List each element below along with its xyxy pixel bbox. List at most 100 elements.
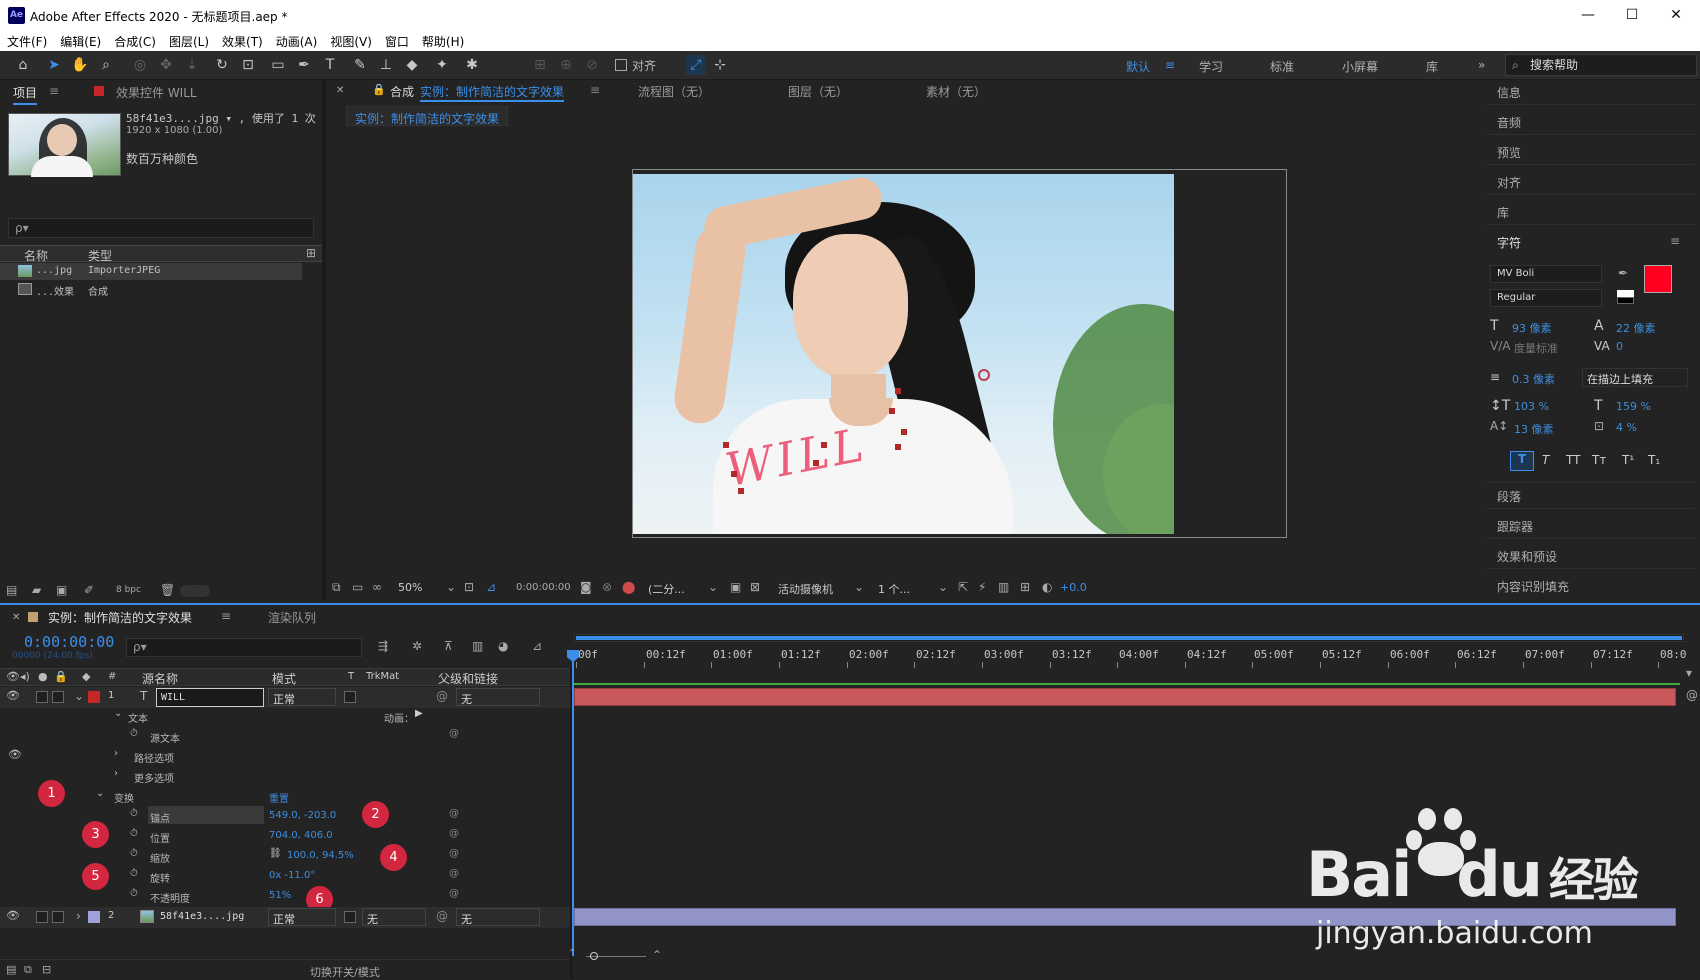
toggle-switches-modes[interactable]: 切换开关/模式 (310, 964, 380, 980)
in-out-icon[interactable]: ⊟ (42, 963, 51, 976)
scale-value[interactable]: 100.0, 94.5% (287, 850, 354, 861)
tab-render-queue[interactable]: 渲染队列 (268, 609, 316, 626)
close-tab-icon[interactable]: ✕ (12, 612, 20, 623)
prop-rotation[interactable]: 旋转 (150, 870, 170, 885)
constrain-link-icon[interactable]: ⛓ (269, 848, 282, 859)
home-icon[interactable]: ⌂ (13, 55, 33, 75)
orbit-camera-icon[interactable]: ◎ (130, 55, 150, 75)
reset-link[interactable]: 重置 (269, 790, 289, 805)
trkmat-dropdown[interactable]: 无 (362, 908, 426, 926)
draft-3d-icon[interactable]: ✲ (412, 639, 422, 653)
comp-tab-menu-icon[interactable]: ≡ (590, 83, 600, 97)
preserve-transparency-switch[interactable] (344, 911, 356, 923)
selection-tool-icon[interactable]: ➤ (44, 55, 64, 75)
hand-tool-icon[interactable]: ✋ (70, 55, 90, 75)
small-caps-button[interactable]: Tт (1592, 453, 1606, 467)
panel-menu-icon[interactable]: ≡ (1670, 234, 1680, 248)
workspace-default[interactable]: 默认 (1126, 58, 1150, 75)
prop-text[interactable]: 文本 (128, 710, 148, 725)
toggle-pixel-icon[interactable]: ⇱ (958, 580, 968, 594)
workspace-menu-icon[interactable]: ≡ (1165, 58, 1175, 72)
frame-blending-icon[interactable]: ▥ (472, 639, 483, 653)
timeline-search-input[interactable]: ρ▾ (126, 638, 362, 657)
work-area-bar[interactable] (574, 634, 1684, 642)
tab-effect-controls[interactable]: 效果控件 WILL (116, 84, 197, 101)
stopwatch-icon[interactable]: ⏱ (130, 728, 138, 739)
preserve-transparency-switch[interactable] (344, 691, 356, 703)
pan-camera-icon[interactable]: ✥ (156, 55, 176, 75)
mask-visibility-icon[interactable]: ⊿ (486, 580, 496, 594)
solo-switch[interactable] (36, 911, 48, 923)
menu-edit[interactable]: 编辑(E) (53, 31, 107, 50)
clone-stamp-icon[interactable]: ⊥ (376, 55, 396, 75)
tab-project[interactable]: 项目 (13, 84, 38, 105)
bounding-handle[interactable] (723, 442, 729, 448)
fit-icon[interactable]: ⊡ (464, 580, 474, 594)
all-caps-button[interactable]: TT (1566, 453, 1580, 467)
timeline-icon[interactable]: ▥ (998, 580, 1009, 594)
pan-behind-icon[interactable]: ⊡ (238, 55, 258, 75)
bounding-handle[interactable] (813, 460, 819, 466)
col-parent[interactable]: 父级和链接 (438, 670, 498, 687)
expand-chevron-icon[interactable]: ⌄ (96, 788, 104, 799)
transparency-grid-icon[interactable]: ⊠ (750, 580, 760, 594)
panel-align[interactable]: 对齐 (1497, 174, 1521, 191)
comp-flowchart-icon[interactable]: ⇶ (378, 639, 388, 653)
animate-menu-icon[interactable]: ▶ (415, 708, 423, 719)
time-ruler[interactable]: 00f 00:12f 01:00f 01:12f 02:00f 02:12f 03:00f 0… (572, 648, 1687, 668)
leading-value[interactable]: 22 像素 (1616, 320, 1656, 336)
workspace-learn[interactable]: 学习 (1199, 58, 1223, 75)
layer-name-field[interactable]: WILL (156, 688, 264, 707)
puppet-tool-icon[interactable]: ✱ (462, 55, 482, 75)
expand-arrow-icon[interactable]: › (76, 909, 81, 923)
mountain-large-icon[interactable]: ⌃ (652, 948, 662, 962)
rectangle-tool-icon[interactable]: ▭ (268, 55, 288, 75)
project-item[interactable]: ...jpg ImporterJPEG (0, 263, 302, 280)
menu-effect[interactable]: 效果(T) (215, 31, 269, 50)
eyedropper-icon[interactable]: ✒ (1618, 266, 1628, 280)
roto-brush-icon[interactable]: ✦ (432, 55, 452, 75)
new-folder-icon[interactable]: ▰ (32, 583, 41, 597)
chevron-down-icon[interactable]: ⌄ (854, 580, 864, 594)
workspace-libraries[interactable]: 库 (1426, 58, 1438, 75)
vr-icon[interactable]: ∞ (372, 580, 382, 594)
pickwhip-icon[interactable]: @ (449, 828, 459, 839)
panel-effects-presets[interactable]: 效果和预设 (1497, 548, 1557, 565)
comp-tab-label[interactable]: 合成 (390, 83, 414, 100)
comp-breadcrumb[interactable]: 实例：制作简洁的文字效果 (346, 106, 509, 126)
layer-name[interactable]: 58f41e3....jpg (160, 911, 244, 922)
new-composition-icon[interactable]: ▣ (56, 583, 67, 597)
chevron-down-icon[interactable]: ⌄ (446, 580, 456, 594)
menu-window[interactable]: 窗口 (378, 31, 415, 50)
parent-dropdown[interactable]: 无 (456, 688, 540, 706)
stopwatch-icon[interactable]: ⏱ (130, 808, 138, 819)
eye-icon[interactable]: 👁 (6, 909, 20, 922)
region-of-interest-icon[interactable]: ▣ (730, 580, 741, 594)
vertical-scale-value[interactable]: 103 % (1514, 400, 1549, 413)
anchor-point-marker[interactable] (978, 369, 990, 381)
workspace-standard[interactable]: 标准 (1270, 58, 1294, 75)
prop-source-text[interactable]: 源文本 (150, 730, 180, 745)
tab-composition[interactable]: 实例：制作简洁的文字效果 (420, 83, 565, 102)
brush-tool-icon[interactable]: ✎ (350, 55, 370, 75)
composition-image[interactable]: WILL (633, 174, 1174, 534)
zoom-tool-icon[interactable]: ⌕ (96, 55, 116, 75)
panel-character[interactable]: 字符 (1497, 234, 1521, 251)
panel-audio[interactable]: 音频 (1497, 114, 1521, 131)
current-time-display[interactable]: 0:00:00:00 (24, 633, 114, 651)
mountain-small-icon[interactable]: ⌃ (568, 948, 576, 959)
snap-icon[interactable]: ⤢ (686, 55, 706, 75)
horizontal-scale-value[interactable]: 159 % (1616, 400, 1651, 413)
workspace-more-button[interactable]: » (1478, 58, 1485, 72)
project-search-input[interactable]: ρ▾ (8, 218, 314, 238)
font-size-value[interactable]: 93 像素 (1512, 320, 1552, 336)
interpret-footage-icon[interactable]: ▤ (6, 583, 17, 597)
chevron-down-icon[interactable]: ⌄ (708, 580, 718, 594)
tsume-value[interactable]: 4 % (1616, 421, 1637, 434)
bounding-handle[interactable] (731, 471, 737, 477)
bit-depth-button[interactable]: 8 bpc (116, 585, 141, 595)
tab-flowchart[interactable]: 流程图（无） (638, 83, 710, 100)
bounding-handle[interactable] (821, 442, 827, 448)
bounding-handle[interactable] (889, 408, 895, 414)
fast-preview-icon[interactable]: ⚡ (978, 580, 986, 594)
